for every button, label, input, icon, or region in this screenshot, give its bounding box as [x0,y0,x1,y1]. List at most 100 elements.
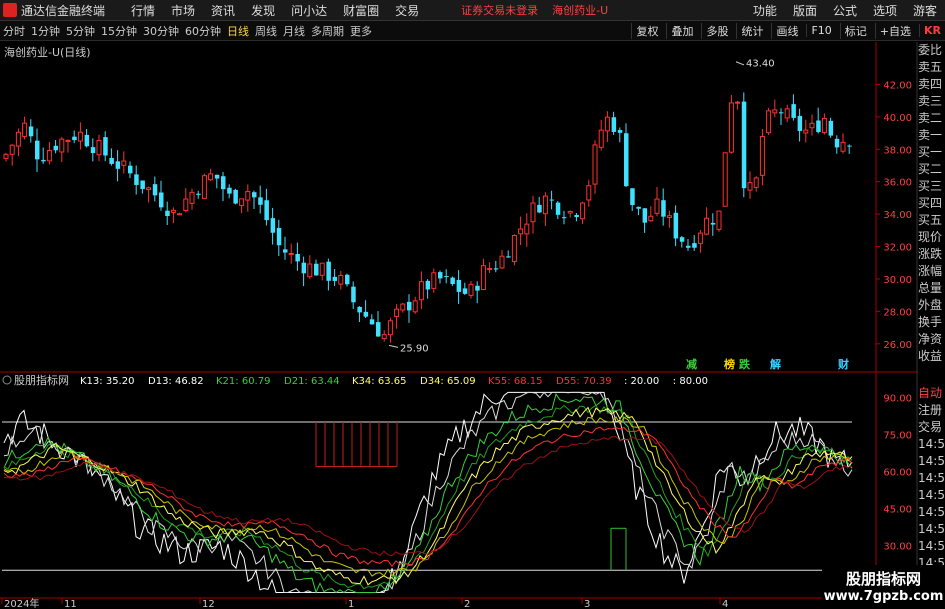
candle-body-up [3,153,9,159]
candle-body-up [177,213,183,216]
candle-body-down [574,214,579,218]
candle-body-up [821,117,827,134]
candle-body-up [201,175,207,199]
candle-body-up [319,262,325,276]
candle-body-down [90,147,96,154]
candle-body-down [165,210,170,217]
quote-label-2: 卖四 [918,77,943,91]
candle-body-down [264,200,269,221]
candle-body-down [270,218,276,233]
candle-body-up [728,102,734,153]
quote-label-9: 买四 [918,196,943,210]
candle-body-down [134,174,139,185]
candle-body-up [15,131,21,147]
quote-label-3: 卖三 [918,94,943,108]
kline-chart-area[interactable]: 海创药业-U(日线) 42.00 40.00 38.00 36.00 34.00 32.00… [0,0,945,609]
candle-body-down [140,180,145,189]
time-label-2: 12 [202,599,215,609]
main-chart-label: 海创药业-U(日线) [4,45,91,59]
quote-label-11: 现价 [918,230,943,244]
candle-body-down [797,115,803,131]
candle-body-down [444,276,449,278]
candle-body-down [326,261,331,281]
candle-body-down [506,256,511,258]
candle-body-down [407,301,412,311]
low-marker-line [388,344,399,348]
candle-body-up [307,263,313,278]
candle-body-down [301,262,307,274]
candle-body-down [493,268,499,270]
candle-body-down [456,279,462,292]
candle-body-down [283,249,288,253]
candle-body-down [357,306,362,313]
time-label-6: 4 [722,599,728,609]
candle-body-down [28,126,34,137]
candle-body-down [779,112,784,114]
event-marker-3[interactable]: 解 [770,357,781,371]
indicator-param-4: K34: 63.65 [352,376,406,387]
candle-body-down [295,253,300,262]
candle-body-up [170,209,176,213]
tick-label-8: 14:56 [918,522,945,536]
candle-body-down [376,322,381,337]
event-marker-2[interactable]: 跌 [739,357,751,371]
indicator-tick-3: 45.00 [883,505,912,516]
candle-body-up [716,210,722,230]
candle-body-up [518,228,524,235]
candle-body-up [747,182,753,191]
candle-body-down [617,130,623,133]
indicator-param-3: D21: 63.44 [284,376,340,387]
candle-body-down [214,174,220,179]
quote-label-16: 换手 [918,315,943,329]
candle-body-down [710,222,716,225]
quote-label-5: 卖一 [918,128,943,142]
time-label-1: 11 [64,599,77,609]
candle-body-up [96,139,102,156]
high-marker-line [735,61,745,66]
oscillator-line-2 [3,392,853,594]
price-tick-2: 38.00 [883,145,912,156]
candle-body-down [53,145,59,151]
event-marker-1[interactable]: 榜 [724,357,735,371]
price-tick-0: 42.00 [883,80,912,91]
event-marker-0[interactable]: 减 [686,357,697,371]
quote-label-18: 收益 [918,349,943,363]
candle-body-up [338,274,344,285]
candle-body-down [41,159,46,162]
indicator-tick-4: 30.00 [883,542,912,553]
candle-body-down [332,276,338,281]
candle-body-up [704,217,710,235]
candle-body-down [252,192,257,198]
candle-body-up [121,160,127,166]
quote-label-10: 买五 [918,213,943,227]
indicator-param-5: D34: 65.09 [420,376,476,387]
candle-body-down [462,288,468,294]
candle-body-up [146,187,152,191]
indicator-settings-icon[interactable] [2,375,12,385]
candle-body-up [735,101,741,104]
candle-body-up [722,152,728,207]
candle-body-down [692,243,697,248]
quote-label-0: 委比 [918,43,943,57]
event-marker-4[interactable]: 财 [837,357,849,371]
candle-body-down [642,208,648,223]
indicator-tick-2: 60.00 [883,467,912,478]
indicator-name[interactable]: 股朋指标网 [14,373,69,387]
quote-label-7: 买二 [918,162,943,176]
indicator-param-9: : 80.00 [673,376,708,387]
candle-body-up [803,129,809,134]
candle-body-up [772,109,778,114]
indicator-param-6: K55: 68.15 [488,376,542,387]
candle-body-up [604,116,610,132]
candle-body-up [400,303,406,311]
candle-body-up [586,185,592,201]
quote-label-15: 外盘 [918,298,943,312]
quote-label-13: 涨幅 [918,264,943,278]
candle-body-up [59,138,65,153]
candle-body-up [183,198,189,212]
candle-body-down [624,133,629,187]
quote-label-8: 买三 [918,179,943,193]
candle-body-down [35,140,40,160]
candle-body-up [9,144,15,155]
tick-label-3: 14:56 [918,437,945,451]
